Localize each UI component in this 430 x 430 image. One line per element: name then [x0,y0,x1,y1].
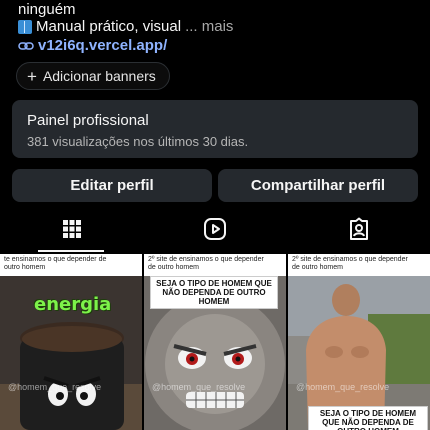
grid-icon [62,220,81,238]
tab-posts[interactable] [0,206,143,252]
post-thumbnail[interactable]: te ensinamos o que depender de outro hom… [0,254,142,430]
bio-link-text[interactable]: v12i6q.vercel.app/ [38,37,167,54]
add-banners-label: Adicionar banners [42,68,156,84]
share-profile-button[interactable]: Compartilhar perfil [218,169,418,202]
bio-description[interactable]: Manual prático, visual ... mais [18,18,233,35]
post-watermark: @homem_que_resolve [8,382,102,392]
bio-link[interactable]: v12i6q.vercel.app/ [18,37,167,54]
post-overlay-text: SEJA O TIPO DE HOMEM QUE NÃO DEPENDA DE … [150,276,278,309]
plus-icon: + [27,66,37,86]
post-thumbnail[interactable]: 2º site de ensinamos o que depender de o… [288,254,430,430]
post-caption: te ensinamos o que depender de outro hom… [4,256,107,271]
bio-desc-text: Manual prático, visual [36,18,182,35]
add-banners-button[interactable]: + Adicionar banners [16,62,170,90]
reel-indicator-icon [124,259,137,272]
post-watermark: @homem_que_resolve [296,382,390,392]
active-tab-indicator [38,250,104,252]
post-caption: 2º site de ensinamos o que depender de o… [148,256,264,271]
post-thumbnail[interactable]: 2º site de ensinamos o que depender de o… [144,254,286,430]
tagged-icon [349,217,368,240]
post-image [288,254,430,430]
reels-icon [203,218,226,240]
post-watermark: @homem_que_resolve [152,382,246,392]
post-overlay-text: SEJA O TIPO DE HOMEM QUE NÃO DEPENDA DE … [308,406,428,430]
panel-title: Painel profissional [27,112,149,129]
edit-profile-button[interactable]: Editar perfil [12,169,212,202]
reel-indicator-icon [412,259,425,272]
post-image [0,254,142,430]
tab-reels[interactable] [143,206,286,252]
post-caption: 2º site de ensinamos o que depender de o… [292,256,408,271]
book-icon [18,19,32,34]
professional-dashboard[interactable]: Painel profissional 381 visualizações no… [12,100,418,158]
posts-grid: te ensinamos o que depender de outro hom… [0,254,430,430]
post-overlay-text: energia [34,294,112,315]
link-icon [18,41,34,50]
reel-indicator-icon [268,259,281,272]
bio-name-line: ninguém [18,1,76,18]
tab-tagged[interactable] [287,206,430,252]
panel-subtitle: 381 visualizações nos últimos 30 dias. [27,134,249,149]
profile-tabs [0,206,430,252]
bio-more-link[interactable]: ... mais [185,18,233,35]
